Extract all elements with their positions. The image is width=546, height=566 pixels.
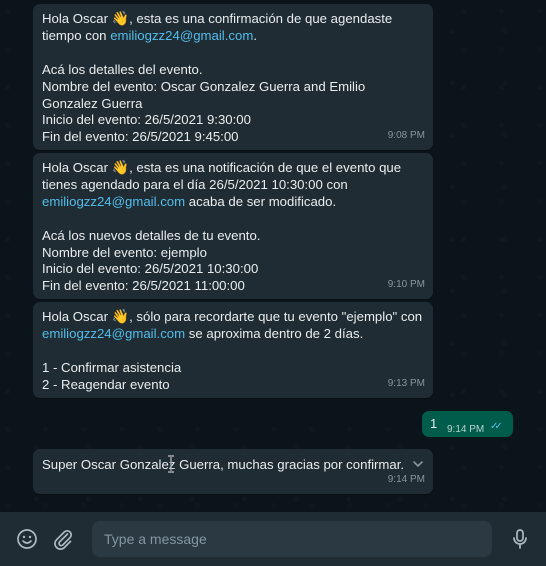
- message-greeting: Hola Oscar: [42, 160, 112, 175]
- read-receipt-icon: ✓✓: [490, 421, 503, 432]
- email-link[interactable]: emiliogzz24@gmail.com: [42, 194, 185, 209]
- incoming-message[interactable]: Super Oscar Gonzalez Guerra, muchas grac…: [33, 449, 433, 494]
- emoji-icon[interactable]: [15, 527, 39, 551]
- message-text: Hola Oscar 👋, esta es una confirmación d…: [42, 10, 424, 146]
- message-body-start: , sólo para recordarte que tu evento "ej…: [129, 309, 426, 324]
- incoming-message[interactable]: Hola Oscar 👋, esta es una notificación d…: [33, 153, 433, 299]
- message-greeting: Hola Oscar: [42, 309, 112, 324]
- email-link[interactable]: emiliogzz24@gmail.com: [42, 326, 185, 341]
- text-cursor-icon: [168, 455, 174, 473]
- incoming-message[interactable]: Hola Oscar 👋, sólo para recordarte que t…: [33, 302, 433, 398]
- message-text: Hola Oscar 👋, sólo para recordarte que t…: [42, 308, 424, 394]
- outgoing-message-text: 1: [430, 416, 438, 431]
- message-timestamp: 9:14 PM: [447, 424, 485, 435]
- message-timestamp: 9:10 PM: [387, 279, 425, 291]
- microphone-icon[interactable]: [508, 527, 532, 551]
- message-text: Hola Oscar 👋, esta es una notificación d…: [42, 159, 424, 295]
- incoming-message[interactable]: Hola Oscar 👋, esta es una confirmación d…: [33, 4, 433, 150]
- outgoing-message[interactable]: 1 9:14 PM ✓✓: [422, 411, 513, 437]
- waving-hand-emoji: 👋: [111, 159, 130, 175]
- message-text: Super Oscar Gonzalez Guerra, muchas grac…: [42, 457, 405, 472]
- paperclip-icon[interactable]: [51, 527, 75, 551]
- message-timestamp: 9:13 PM: [387, 378, 425, 390]
- message-composer: [0, 512, 546, 566]
- email-link[interactable]: emiliogzz24@gmail.com: [110, 28, 253, 43]
- message-timestamp: 9:14 PM: [387, 474, 425, 486]
- message-timestamp: 9:08 PM: [387, 130, 425, 142]
- chat-area[interactable]: Hola Oscar 👋, esta es una confirmación d…: [0, 0, 546, 512]
- message-body-end: . Acá los detalles del evento. Nombre de…: [42, 27, 366, 145]
- message-input[interactable]: [92, 521, 492, 557]
- waving-hand-emoji: 👋: [111, 308, 130, 324]
- chevron-down-icon[interactable]: [411, 457, 425, 471]
- message-input-container: [92, 521, 492, 557]
- message-greeting: Hola Oscar: [42, 11, 112, 26]
- waving-hand-emoji: 👋: [111, 10, 130, 26]
